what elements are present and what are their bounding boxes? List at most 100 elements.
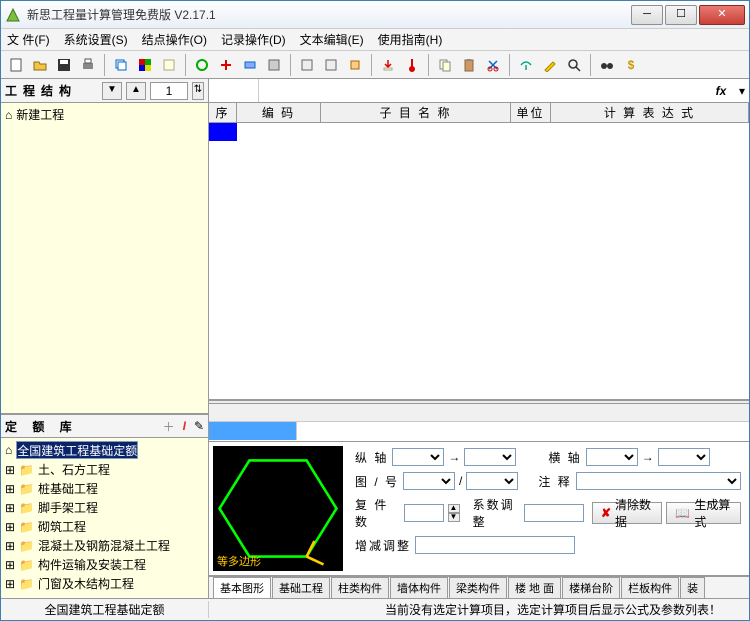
sub-grid-sel[interactable] [209,422,297,440]
quota-item-3[interactable]: ⊞📁脚手架工程 [3,498,206,517]
new-icon[interactable] [5,54,27,76]
quota-item-0[interactable]: ⌂全国建筑工程基础定额 [3,440,206,460]
generate-button[interactable]: 📖生成算式 [666,502,741,524]
tab-more[interactable]: 装 [680,577,705,598]
search-icon[interactable] [563,54,585,76]
selected-cell[interactable] [209,123,237,141]
col-name[interactable]: 子 目 名 称 [321,103,511,122]
row-fujian: 复 件 数 ▲ ▼ 系数调整 ✘清除数据 📖生成算式 [355,496,741,530]
menu-node[interactable]: 结点操作(O) [142,31,207,48]
col-code[interactable]: 编 码 [237,103,321,122]
grid-body[interactable] [209,123,749,400]
quota-item-5[interactable]: ⊞📁混凝土及钢筋混凝土工程 [3,536,206,555]
tab-rail[interactable]: 栏板构件 [621,577,679,598]
menu-help[interactable]: 使用指南(H) [378,31,443,48]
spinner-icon[interactable]: ⇅ [192,82,204,100]
home-icon: ⌂ [5,108,12,122]
fx-dropdown-icon[interactable]: ▾ [735,84,749,98]
plus-icon[interactable]: ⊞ [5,577,15,591]
tab-floor[interactable]: 楼 地 面 [508,577,561,598]
clear-button[interactable]: ✘清除数据 [592,502,662,524]
open-icon[interactable] [29,54,51,76]
paste-icon[interactable] [458,54,480,76]
thermometer-icon[interactable] [401,54,423,76]
tree-root-label: 新建工程 [16,106,64,123]
plus-icon[interactable]: ⊞ [5,558,15,572]
col-expr[interactable]: 计 算 表 达 式 [551,103,749,122]
cut-icon[interactable] [482,54,504,76]
add-icon[interactable]: ＋ [163,418,175,435]
edit-icon[interactable]: ✎ [194,419,204,433]
menu-system[interactable]: 系统设置(S) [64,31,128,48]
close-button[interactable]: ✕ [699,5,745,25]
col-seq[interactable]: 序 [209,103,237,122]
maximize-button[interactable]: ☐ [665,5,697,25]
shape-preview[interactable]: 等多边形 [213,446,343,571]
tu-select[interactable] [403,472,455,490]
haxis-from[interactable] [586,448,638,466]
folder-icon: 📁 [19,520,34,534]
tool-icon-3[interactable] [239,54,261,76]
binoculars-icon[interactable] [596,54,618,76]
quota-item-4[interactable]: ⊞📁砌筑工程 [3,517,206,536]
up-button[interactable]: ▲ [126,82,146,100]
tool-icon-5[interactable] [296,54,318,76]
plus-icon[interactable]: ⊞ [5,520,15,534]
plus-icon[interactable]: ⊞ [5,501,15,515]
nav-index-input[interactable] [150,82,188,100]
quota-tree[interactable]: ⌂全国建筑工程基础定额 ⊞📁土、石方工程 ⊞📁桩基础工程 ⊞📁脚手架工程 ⊞📁砌… [1,438,208,598]
project-tree[interactable]: ⌂ 新建工程 [1,103,208,414]
color-grid-icon[interactable] [134,54,156,76]
xishu-input[interactable] [524,504,584,522]
tool-icon-7[interactable] [344,54,366,76]
copy2-icon[interactable] [434,54,456,76]
plus-icon[interactable]: ⊞ [5,463,15,477]
quota-item-6[interactable]: ⊞📁构件运输及安装工程 [3,555,206,574]
zhushi-select[interactable] [576,472,741,490]
tab-foundation[interactable]: 基础工程 [272,577,330,598]
plus-icon[interactable]: ⊞ [5,482,15,496]
menu-file[interactable]: 文 件(F) [7,31,50,48]
copy-icon[interactable] [110,54,132,76]
vaxis-to[interactable] [464,448,516,466]
tool-icon-1[interactable] [191,54,213,76]
tab-beam[interactable]: 梁类构件 [449,577,507,598]
cell-ref[interactable] [209,79,259,102]
tab-column[interactable]: 柱类构件 [331,577,389,598]
italic-icon[interactable]: I [183,419,186,433]
down-button[interactable]: ▼ [102,82,122,100]
menu-text[interactable]: 文本编辑(E) [300,31,364,48]
zengjian-input[interactable] [415,536,575,554]
tool-icon-4[interactable] [263,54,285,76]
fx-button[interactable]: fx [707,84,735,98]
formula-input[interactable] [259,79,707,102]
save-icon[interactable] [53,54,75,76]
sub-grid-row[interactable] [209,422,749,440]
quota-item-1[interactable]: ⊞📁土、石方工程 [3,460,206,479]
hao-select[interactable] [466,472,518,490]
plus-icon[interactable]: ⊞ [5,539,15,553]
import-icon[interactable] [377,54,399,76]
tool-icon-6[interactable] [320,54,342,76]
haxis-to[interactable] [658,448,710,466]
spin-down[interactable]: ▼ [448,513,460,522]
tree-root-item[interactable]: ⌂ 新建工程 [3,105,206,124]
tab-stair[interactable]: 楼梯台阶 [562,577,620,598]
tab-basic-shape[interactable]: 基本图形 [213,577,271,598]
folder-icon: 📁 [19,577,34,591]
dollar-icon[interactable]: $ [620,54,642,76]
note-icon[interactable] [158,54,180,76]
col-unit[interactable]: 单位 [511,103,551,122]
quota-item-7[interactable]: ⊞📁门窗及木结构工程 [3,574,206,593]
tool-icon-2[interactable] [215,54,237,76]
sub-grid[interactable] [209,404,749,442]
fujian-input[interactable] [404,504,444,522]
menu-record[interactable]: 记录操作(D) [221,31,286,48]
pencil-icon[interactable] [539,54,561,76]
tab-wall[interactable]: 墙体构件 [390,577,448,598]
minimize-button[interactable]: ─ [631,5,663,25]
print-icon[interactable] [77,54,99,76]
vaxis-from[interactable] [392,448,444,466]
quota-item-2[interactable]: ⊞📁桩基础工程 [3,479,206,498]
umbrella-icon[interactable] [515,54,537,76]
